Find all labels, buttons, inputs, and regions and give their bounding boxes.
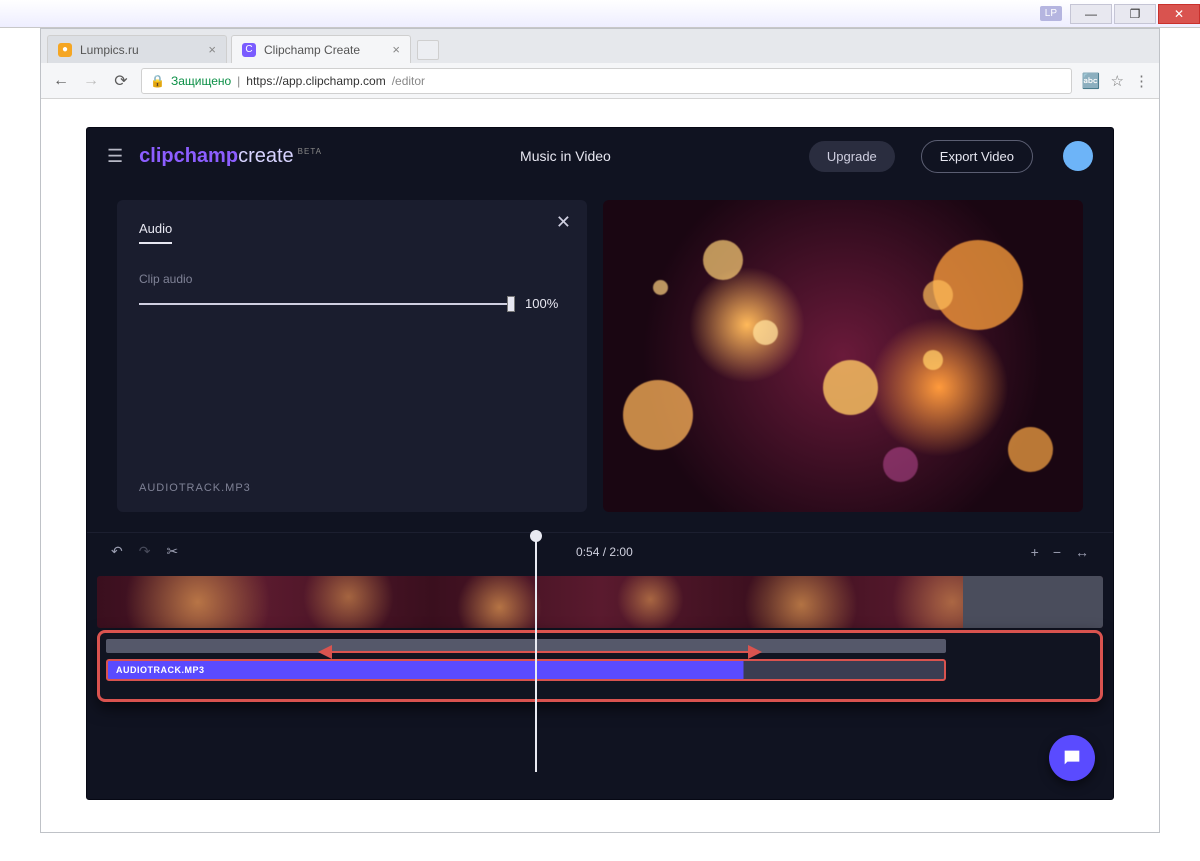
app-header: ☰ clipchampcreate BETA Music in Video Up… [87, 128, 1113, 184]
logo-text-b: create [238, 145, 294, 168]
undo-button[interactable]: ↶ [111, 543, 123, 560]
volume-value: 100% [525, 296, 565, 311]
volume-slider[interactable] [139, 303, 511, 305]
time-display: 0:54 / 2:00 [178, 545, 1030, 559]
new-tab-button[interactable] [417, 40, 439, 60]
tab-title: Clipchamp Create [264, 43, 360, 57]
window-close-button[interactable]: ✕ [1158, 4, 1200, 24]
bokeh-decoration [623, 380, 693, 450]
bokeh-decoration [823, 360, 878, 415]
favicon-icon: ● [58, 43, 72, 57]
window-minimize-button[interactable]: — [1070, 4, 1112, 24]
lock-icon: 🔒 [150, 74, 165, 88]
redo-button[interactable]: ↷ [139, 543, 151, 560]
browser-tab-clipchamp[interactable]: C Clipchamp Create × [231, 35, 411, 63]
zoom-out-button[interactable]: − [1053, 544, 1061, 560]
menu-icon[interactable]: ⋮ [1134, 72, 1149, 90]
zoom-in-button[interactable]: + [1031, 544, 1039, 560]
window-badge: LP [1040, 6, 1062, 21]
chat-button[interactable] [1049, 735, 1095, 781]
window-titlebar: LP — ❐ ✕ [0, 0, 1200, 28]
track-filename-label: AUDIOTRACK.MP3 [139, 482, 251, 494]
bokeh-decoration [883, 447, 918, 482]
browser-window: ● Lumpics.ru × C Clipchamp Create × ← → … [40, 28, 1160, 833]
project-title[interactable]: Music in Video [338, 148, 793, 164]
forward-button[interactable]: → [81, 72, 101, 90]
address-bar[interactable]: 🔒 Защищено | https://app.clipchamp.com/e… [141, 68, 1072, 94]
bokeh-decoration [923, 350, 943, 370]
timeline-toolbar: ↶ ↷ ✂ 0:54 / 2:00 + − ↔ [87, 532, 1113, 570]
video-track-clip[interactable] [97, 576, 1103, 628]
tab-close-icon[interactable]: × [392, 42, 400, 57]
tab-title: Lumpics.ru [80, 43, 139, 57]
panel-close-button[interactable]: ✕ [556, 212, 571, 233]
resize-arrow-annotation [320, 651, 760, 653]
avatar[interactable] [1063, 141, 1093, 171]
playhead[interactable] [535, 536, 537, 772]
volume-slider-row: 100% [139, 296, 565, 311]
browser-tab-lumpics[interactable]: ● Lumpics.ru × [47, 35, 227, 63]
fit-button[interactable]: ↔ [1075, 544, 1089, 560]
clip-audio-label: Clip audio [139, 272, 565, 286]
chat-icon [1061, 747, 1083, 769]
bookmark-icon[interactable]: ☆ [1111, 72, 1124, 90]
timeline[interactable]: AUDIOTRACK.MP3 [87, 570, 1113, 712]
secure-label: Защищено [171, 74, 231, 88]
bokeh-decoration [753, 320, 778, 345]
audio-tab[interactable]: Audio [139, 221, 172, 244]
back-button[interactable]: ← [51, 72, 71, 90]
split-button[interactable]: ✂ [166, 543, 178, 560]
export-video-button[interactable]: Export Video [921, 140, 1033, 173]
audio-clip-label: AUDIOTRACK.MP3 [116, 665, 205, 675]
translate-icon[interactable]: 🔤 [1082, 72, 1101, 90]
clipchamp-app: ☰ clipchampcreate BETA Music in Video Up… [86, 127, 1114, 800]
browser-tab-strip: ● Lumpics.ru × C Clipchamp Create × [41, 29, 1159, 63]
beta-badge: BETA [298, 147, 322, 156]
bokeh-decoration [1008, 427, 1053, 472]
upgrade-button[interactable]: Upgrade [809, 141, 895, 172]
bokeh-decoration [703, 240, 743, 280]
video-track-empty [963, 576, 1103, 628]
app-logo[interactable]: clipchampcreate BETA [139, 145, 322, 168]
audio-track-annotation: AUDIOTRACK.MP3 [97, 630, 1103, 702]
editor-main-row: ✕ Audio Clip audio 100% AUDIOTRACK.MP3 [87, 184, 1113, 532]
logo-text-a: clipchamp [139, 145, 238, 168]
bokeh-decoration [653, 280, 668, 295]
browser-toolbar: ← → ⟳ 🔒 Защищено | https://app.clipchamp… [41, 63, 1159, 99]
url-path: /editor [392, 74, 425, 88]
url-host: https://app.clipchamp.com [246, 74, 385, 88]
slider-thumb[interactable] [507, 296, 515, 312]
video-preview[interactable] [603, 200, 1083, 512]
audio-properties-panel: ✕ Audio Clip audio 100% AUDIOTRACK.MP3 [117, 200, 587, 512]
tab-close-icon[interactable]: × [208, 42, 216, 57]
reload-button[interactable]: ⟳ [111, 71, 131, 91]
window-maximize-button[interactable]: ❐ [1114, 4, 1156, 24]
favicon-icon: C [242, 43, 256, 57]
audio-track-clip[interactable]: AUDIOTRACK.MP3 [106, 659, 946, 681]
bokeh-decoration [923, 280, 953, 310]
slider-fill [139, 303, 511, 305]
menu-icon[interactable]: ☰ [107, 146, 123, 167]
